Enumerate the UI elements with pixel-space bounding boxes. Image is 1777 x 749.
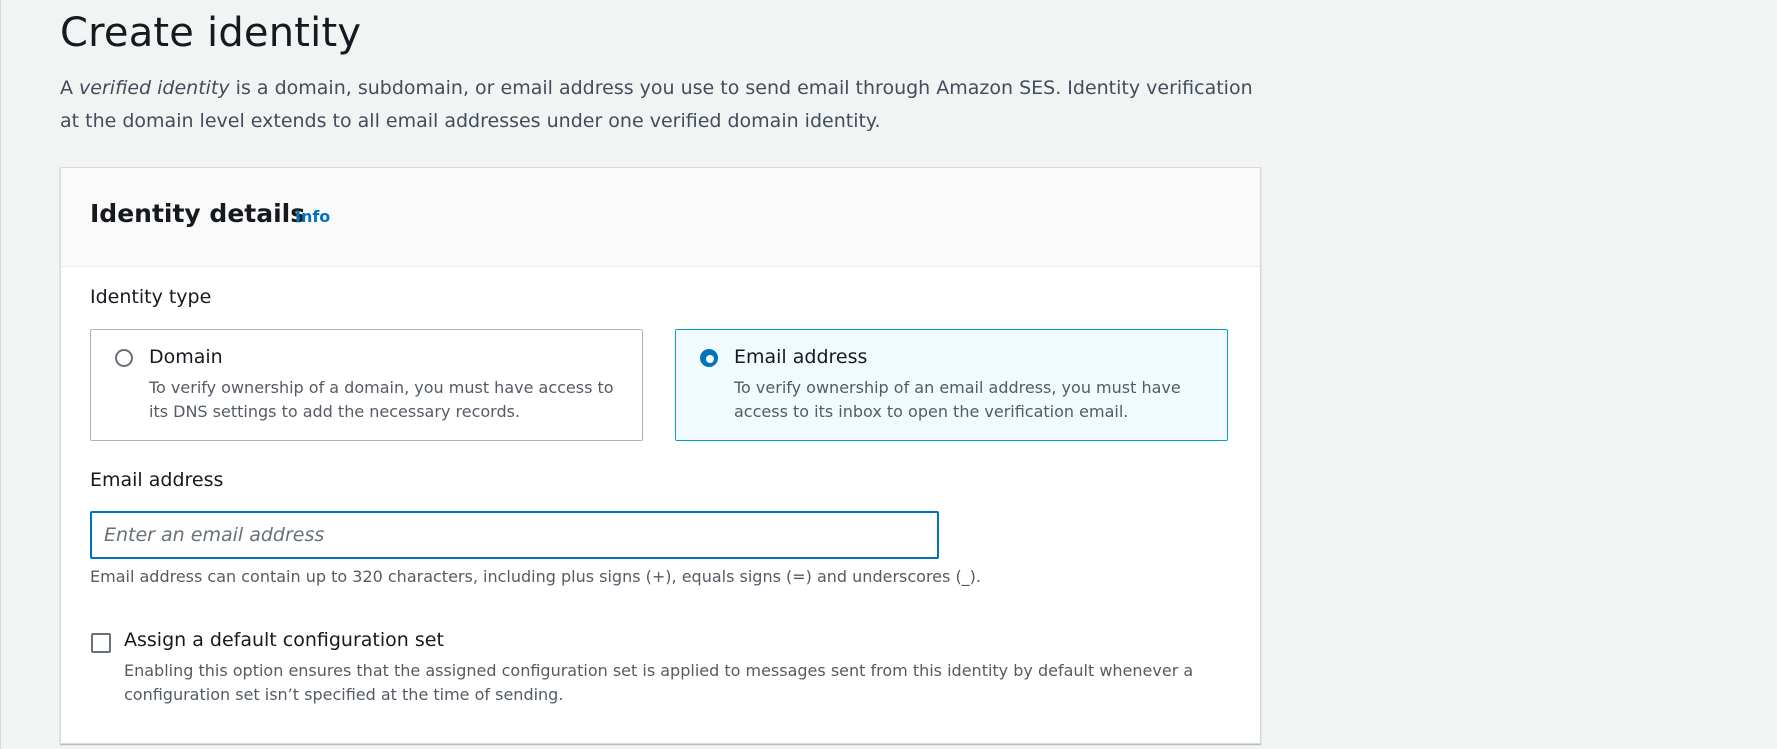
panel-header: Identity details Info: [61, 168, 1260, 267]
left-edge-divider: [0, 0, 1, 749]
default-config-set-label[interactable]: Assign a default configuration set: [124, 629, 444, 651]
identity-type-email-tile[interactable]: Email address To verify ownership of an …: [675, 329, 1228, 441]
page-description: A verified identity is a domain, subdoma…: [60, 72, 1260, 138]
identity-details-panel: Identity details Info Identity type Doma…: [60, 167, 1261, 744]
domain-radio[interactable]: [115, 349, 133, 367]
intro-prefix: A: [60, 77, 80, 99]
email-address-radio[interactable]: [700, 349, 718, 367]
email-address-input[interactable]: [90, 511, 939, 559]
email-option-label: Email address: [734, 346, 868, 368]
domain-option-description: To verify ownership of a domain, you mus…: [149, 378, 614, 421]
email-address-hint: Email address can contain up to 320 char…: [90, 567, 982, 586]
intro-emphasis: verified identity: [79, 77, 230, 99]
email-address-label: Email address: [90, 469, 224, 491]
domain-option-label: Domain: [149, 346, 223, 368]
panel-title: Identity details: [90, 199, 306, 228]
info-link[interactable]: Info: [295, 207, 330, 226]
intro-suffix: is a domain, subdomain, or email address…: [60, 77, 1253, 132]
identity-type-domain-tile[interactable]: Domain To verify ownership of a domain, …: [90, 329, 643, 441]
page-title: Create identity: [60, 10, 362, 56]
default-config-set-checkbox[interactable]: [91, 633, 111, 653]
email-option-description: To verify ownership of an email address,…: [734, 378, 1181, 421]
default-config-set-description: Enabling this option ensures that the as…: [124, 661, 1194, 704]
identity-type-label: Identity type: [90, 286, 212, 308]
